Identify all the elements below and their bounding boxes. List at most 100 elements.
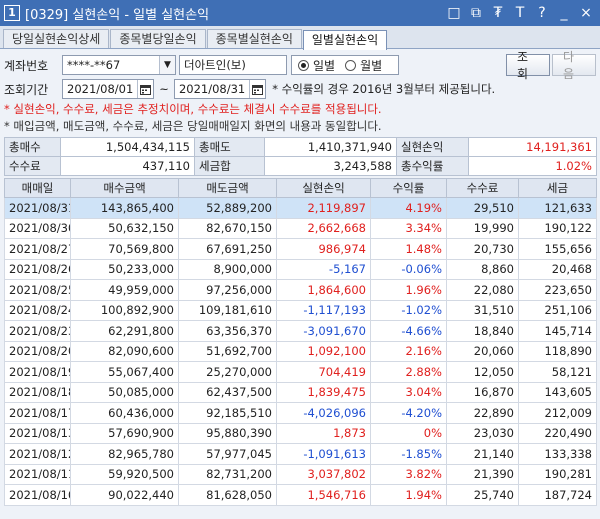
col-header-rate[interactable]: 수익률 xyxy=(370,178,447,198)
col-header-sell[interactable]: 매도금액 xyxy=(178,178,277,198)
cell-tax: 155,656 xyxy=(518,238,597,260)
cell-sell-amount: 95,880,390 xyxy=(178,422,277,444)
cell-realized-pnl: -5,167 xyxy=(276,258,371,280)
cell-realized-pnl: 3,037,802 xyxy=(276,463,371,485)
cell-sell-amount: 63,356,370 xyxy=(178,320,277,342)
account-label: 계좌번호 xyxy=(4,58,49,73)
fee-label: 수수료 xyxy=(4,156,61,176)
cell-realized-pnl: 1,873 xyxy=(276,422,371,444)
tax-total-value: 3,243,588 xyxy=(264,156,397,176)
table-row[interactable]: 2021/08/10 90,022,440 81,628,050 1,546,716 1… xyxy=(4,484,597,506)
cell-buy-amount: 59,920,500 xyxy=(70,463,179,485)
cell-realized-pnl: 986,974 xyxy=(276,238,371,260)
estimate-warning: * 실현손익, 수수료, 세금은 추정치이며, 수수료는 체결시 수수료를 적용… xyxy=(4,102,382,116)
title-bar: 1 [0329] 실현손익 - 일별 실현손익 □ ⧉ ₮ T ? _ × xyxy=(0,0,600,26)
cell-return-rate: 3.82% xyxy=(370,463,447,485)
cell-buy-amount: 50,632,150 xyxy=(70,217,179,239)
col-header-fee[interactable]: 수수료 xyxy=(446,178,519,198)
table-row[interactable]: 2021/08/23 62,291,800 63,356,370 -3,091,670… xyxy=(4,320,597,342)
calendar-icon[interactable] xyxy=(249,80,265,98)
cell-tax: 212,009 xyxy=(518,402,597,424)
realized-pnl-label: 실현손익 xyxy=(396,137,469,157)
cell-fee: 29,510 xyxy=(446,197,519,219)
cell-fee: 16,870 xyxy=(446,381,519,403)
tab-daily-realized[interactable]: 일별실현손익 xyxy=(302,30,388,50)
cell-buy-amount: 55,067,400 xyxy=(70,361,179,383)
cell-fee: 22,890 xyxy=(446,402,519,424)
cell-sell-amount: 57,977,045 xyxy=(178,443,277,465)
font-size-icon[interactable]: T xyxy=(510,3,530,23)
end-date-input[interactable]: 2021/08/31 xyxy=(173,79,267,99)
radio-monthly[interactable]: 월별 xyxy=(345,57,382,74)
cell-date: 2021/08/10 xyxy=(4,484,71,506)
table-row[interactable]: 2021/08/25 49,959,000 97,256,000 1,864,600 1… xyxy=(4,279,597,301)
fee-value: 437,110 xyxy=(60,156,195,176)
table-row[interactable]: 2021/08/20 82,090,600 51,692,700 1,092,100 2… xyxy=(4,340,597,362)
cell-fee: 21,140 xyxy=(446,443,519,465)
calendar-icon[interactable] xyxy=(137,80,153,98)
cell-buy-amount: 100,892,900 xyxy=(70,299,179,321)
cell-fee: 20,060 xyxy=(446,340,519,362)
radio-daily[interactable]: 일별 xyxy=(298,57,335,74)
tab-stock-today[interactable]: 종목별당일손익 xyxy=(110,29,206,48)
total-return-value: 1.02% xyxy=(468,156,597,176)
account-select[interactable]: ****-**67 ▼ xyxy=(62,55,176,75)
col-header-tax[interactable]: 세금 xyxy=(518,178,597,198)
cell-realized-pnl: -1,091,613 xyxy=(276,443,371,465)
cell-fee: 12,050 xyxy=(446,361,519,383)
cell-buy-amount: 82,965,780 xyxy=(70,443,179,465)
table-row[interactable]: 2021/08/30 50,632,150 82,670,150 2,662,668 3… xyxy=(4,217,597,239)
tab-bar: 당일실현손익상세 종목별당일손익 종목별실현손익 일별실현손익 xyxy=(0,26,600,50)
restore-icon[interactable]: □ xyxy=(444,3,464,23)
start-date-input[interactable]: 2021/08/01 xyxy=(62,79,155,99)
cell-tax: 251,106 xyxy=(518,299,597,321)
chevron-down-icon[interactable]: ▼ xyxy=(159,56,175,74)
table-row[interactable]: 2021/08/27 70,569,800 67,691,250 986,974 1.4… xyxy=(4,238,597,260)
cell-date: 2021/08/31 xyxy=(4,197,71,219)
minimize-icon[interactable]: _ xyxy=(554,3,574,23)
cell-sell-amount: 81,628,050 xyxy=(178,484,277,506)
next-button[interactable]: 다음 xyxy=(552,50,596,81)
col-header-date[interactable]: 매매일 xyxy=(4,178,71,198)
cell-buy-amount: 143,865,400 xyxy=(70,197,179,219)
query-controls: 계좌번호 ****-**67 ▼ 더아트인(보) 일별 월별 조회 다음 조회기… xyxy=(0,49,600,135)
cell-tax: 118,890 xyxy=(518,340,597,362)
cell-fee: 19,990 xyxy=(446,217,519,239)
cell-realized-pnl: 1,092,100 xyxy=(276,340,371,362)
tab-daily-detail[interactable]: 당일실현손익상세 xyxy=(3,29,110,48)
pin-icon[interactable]: ₮ xyxy=(488,3,508,23)
cell-sell-amount: 97,256,000 xyxy=(178,279,277,301)
cell-return-rate: -1.02% xyxy=(370,299,447,321)
close-icon[interactable]: × xyxy=(576,3,596,23)
help-icon[interactable]: ? xyxy=(532,3,552,23)
copy-window-icon[interactable]: ⧉ xyxy=(466,3,486,23)
cell-return-rate: -4.20% xyxy=(370,402,447,424)
table-row[interactable]: 2021/08/13 57,690,900 95,880,390 1,873 0% 23,… xyxy=(4,422,597,444)
tab-stock-realized[interactable]: 종목별실현손익 xyxy=(206,29,302,48)
period-mode-group: 일별 월별 xyxy=(291,55,400,75)
table-row[interactable]: 2021/08/11 59,920,500 82,731,200 3,037,802 3… xyxy=(4,463,597,485)
cell-buy-amount: 82,090,600 xyxy=(70,340,179,362)
table-row[interactable]: 2021/08/26 50,233,000 8,900,000 -5,167 -0.06… xyxy=(4,258,597,280)
cell-realized-pnl: -4,026,096 xyxy=(276,402,371,424)
radio-unselected-icon xyxy=(345,59,357,71)
cell-sell-amount: 92,185,510 xyxy=(178,402,277,424)
table-row[interactable]: 2021/08/31 143,865,400 52,889,200 2,119,897… xyxy=(4,197,597,219)
cell-buy-amount: 70,569,800 xyxy=(70,238,179,260)
cell-date: 2021/08/17 xyxy=(4,402,71,424)
table-row[interactable]: 2021/08/12 82,965,780 57,977,045 -1,091,613… xyxy=(4,443,597,465)
total-buy-value: 1,504,434,115 xyxy=(60,137,195,157)
table-row[interactable]: 2021/08/18 50,085,000 62,437,500 1,839,475 3… xyxy=(4,381,597,403)
cell-fee: 31,510 xyxy=(446,299,519,321)
cell-return-rate: -0.06% xyxy=(370,258,447,280)
cell-date: 2021/08/11 xyxy=(4,463,71,485)
cell-buy-amount: 50,085,000 xyxy=(70,381,179,403)
col-header-buy[interactable]: 매수금액 xyxy=(70,178,179,198)
query-button[interactable]: 조회 xyxy=(506,50,550,81)
table-row[interactable]: 2021/08/17 60,436,000 92,185,510 -4,026,096… xyxy=(4,402,597,424)
cell-date: 2021/08/12 xyxy=(4,443,71,465)
table-row[interactable]: 2021/08/19 55,067,400 25,270,000 704,419 2.8… xyxy=(4,361,597,383)
cell-sell-amount: 109,181,610 xyxy=(178,299,277,321)
table-row[interactable]: 2021/08/24 100,892,900 109,181,610 -1,117,1… xyxy=(4,299,597,321)
col-header-pnl[interactable]: 실현손익 xyxy=(276,178,371,198)
